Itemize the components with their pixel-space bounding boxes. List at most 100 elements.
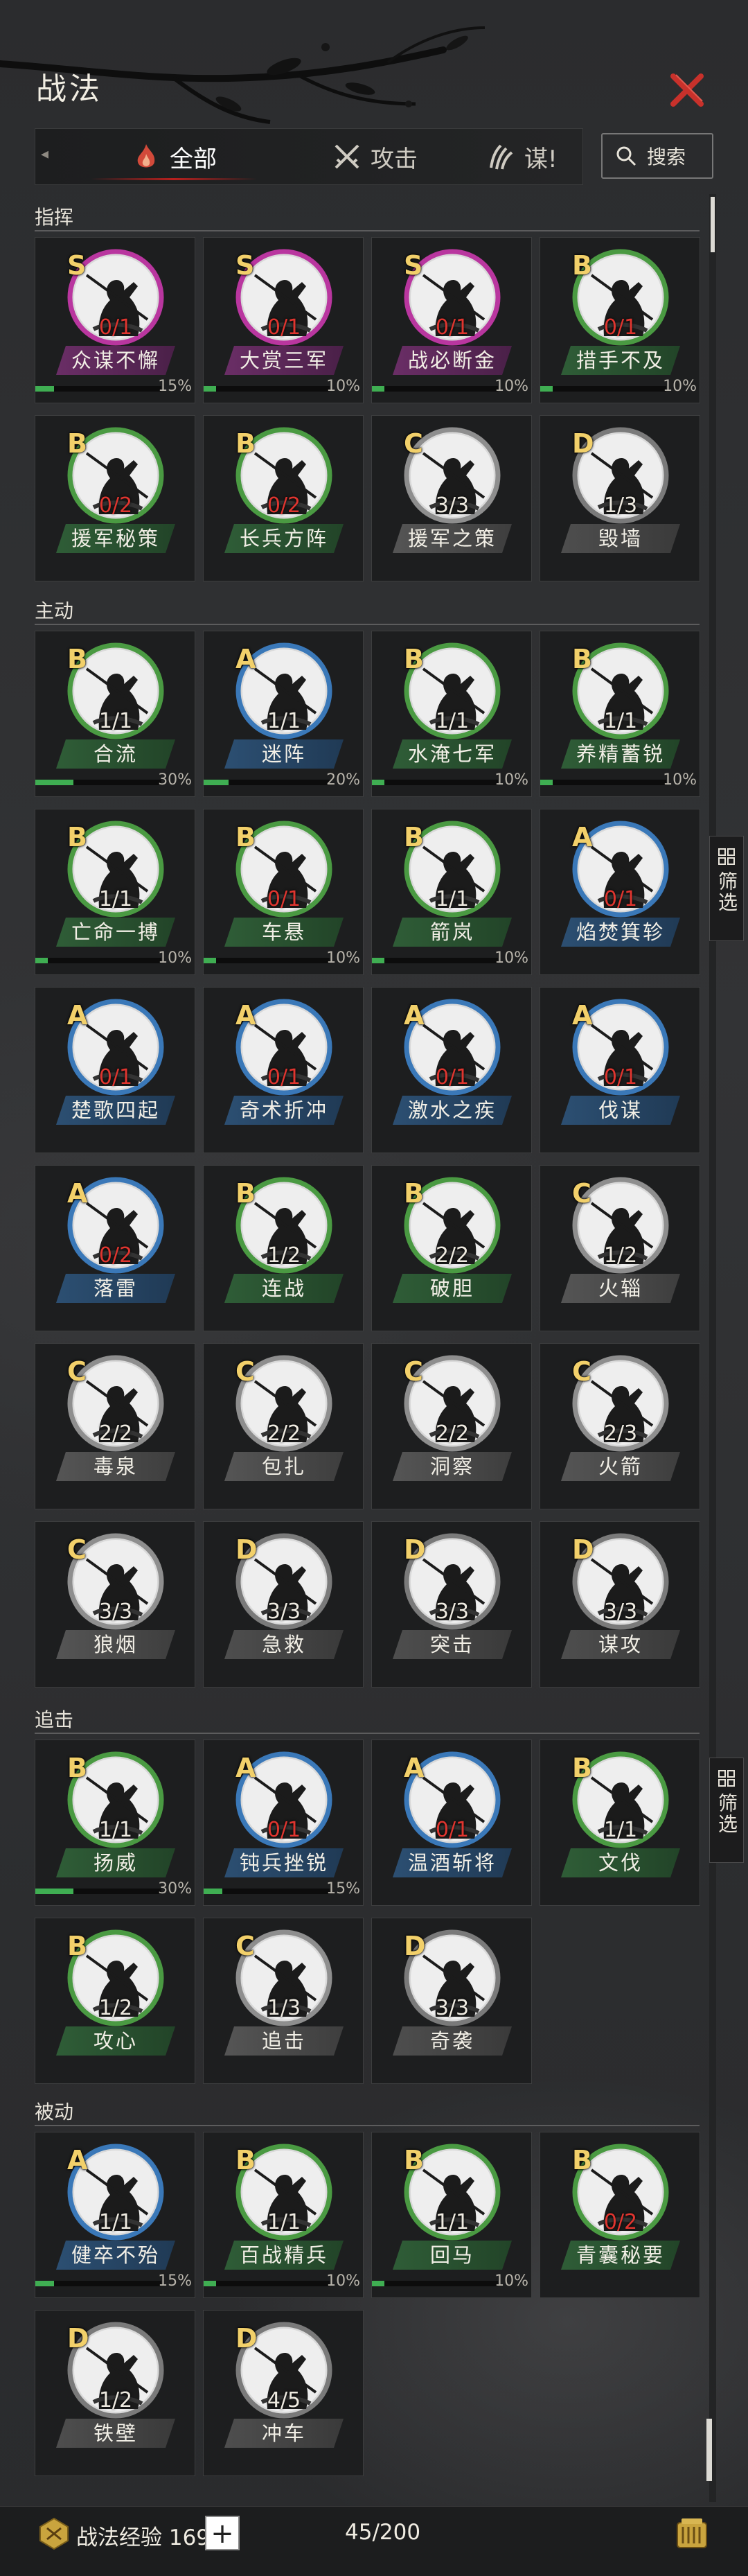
tactic-card[interactable]: D 1/2 铁壁 <box>35 2310 195 2476</box>
grade-label: A <box>572 1000 593 1031</box>
section-divider <box>35 2125 700 2126</box>
tactic-name: 奇袭 <box>393 2026 512 2056</box>
copies-count: 3/3 <box>435 1600 470 1624</box>
tactic-name: 焰焚箕轸 <box>561 918 680 947</box>
tactic-card[interactable]: A 0/1 激水之疾 <box>371 987 532 1153</box>
tactic-card[interactable]: D 3/3 奇袭 <box>371 1918 532 2084</box>
filter-button[interactable]: 筛选 <box>709 836 744 941</box>
storage-icon[interactable] <box>673 2514 711 2552</box>
grade-label: B <box>235 2145 256 2175</box>
progress-bar <box>204 780 330 785</box>
add-exp-button[interactable]: + <box>205 2516 240 2550</box>
tactic-card[interactable]: D 3/3 突击 <box>371 1521 532 1688</box>
tactic-card[interactable]: B 1/1 养精蓄锐 10% <box>540 631 700 797</box>
claw-icon <box>490 144 513 170</box>
tactic-card[interactable]: C 1/3 追击 <box>203 1918 364 2084</box>
tactic-card[interactable]: A 1/1 迷阵 20% <box>203 631 364 797</box>
tactic-card[interactable]: D 3/3 谋攻 <box>540 1521 700 1688</box>
progress-bar <box>372 2281 498 2286</box>
tactic-card[interactable]: B 1/2 攻心 <box>35 1918 195 2084</box>
grade-label: C <box>572 1356 591 1387</box>
grade-label: S <box>67 250 87 281</box>
tactic-card[interactable]: B 0/1 措手不及 10% <box>540 237 700 403</box>
tactic-card[interactable]: B 2/2 破胆 <box>371 1165 532 1331</box>
grade-label: D <box>572 428 594 459</box>
tactic-card[interactable]: D 1/3 毁墙 <box>540 415 700 581</box>
close-button[interactable] <box>666 69 708 111</box>
tactic-card[interactable]: B 1/1 文伐 <box>540 1740 700 1906</box>
tactic-exp-icon <box>39 2517 69 2550</box>
tactic-name: 毁墙 <box>561 524 680 553</box>
tactic-card[interactable]: B 1/1 亡命一搏 10% <box>35 809 195 975</box>
flame-icon <box>137 144 155 168</box>
tactic-card[interactable]: A 0/1 奇术折冲 <box>203 987 364 1153</box>
tactic-card[interactable]: B 1/1 水淹七军 10% <box>371 631 532 797</box>
tactic-card[interactable]: A 0/1 温酒斩将 <box>371 1740 532 1906</box>
scrollbar-thumb[interactable] <box>711 197 715 252</box>
copies-count: 0/1 <box>435 1818 470 1842</box>
tactic-card[interactable]: D 4/5 冲车 <box>203 2310 364 2476</box>
tactic-card[interactable]: C 2/2 洞察 <box>371 1343 532 1509</box>
progress-bar <box>372 386 498 392</box>
copies-count: 1/1 <box>603 709 638 733</box>
tab-attack[interactable]: 攻击 <box>299 129 451 184</box>
progress-percent: 20% <box>326 771 360 789</box>
tab-all[interactable]: 全部 <box>84 129 264 184</box>
tactic-card[interactable]: B 1/1 扬威 30% <box>35 1740 195 1906</box>
tab-strategy[interactable]: 谋! <box>486 129 582 184</box>
grade-label: B <box>67 822 87 852</box>
tactic-card[interactable]: A 1/1 健卒不殆 15% <box>35 2132 195 2298</box>
tactic-card[interactable]: B 1/1 百战精兵 10% <box>203 2132 364 2298</box>
grade-label: C <box>67 1534 87 1565</box>
tactic-name: 伐谋 <box>561 1096 680 1125</box>
tactic-name: 迷阵 <box>224 739 344 769</box>
copies-count: 3/3 <box>435 1996 470 2020</box>
tab-left-arrow-icon[interactable]: ◂ <box>41 146 57 168</box>
tactic-card[interactable]: B 0/2 援军秘策 <box>35 415 195 581</box>
copies-count: 3/3 <box>435 493 470 518</box>
tactic-name: 冲车 <box>224 2419 344 2448</box>
tactic-card[interactable]: B 0/2 长兵方阵 <box>203 415 364 581</box>
filter-button-2[interactable]: 筛选 <box>709 1758 744 1863</box>
tactic-card[interactable]: C 2/2 毒泉 <box>35 1343 195 1509</box>
tactic-name: 援军秘策 <box>56 524 175 553</box>
tactic-name: 楚歌四起 <box>56 1096 175 1125</box>
copies-count: 1/1 <box>98 2210 133 2234</box>
tactic-card[interactable]: A 0/1 伐谋 <box>540 987 700 1153</box>
grade-label: C <box>235 1356 255 1387</box>
tactic-card[interactable]: D 3/3 急救 <box>203 1521 364 1688</box>
tactic-card[interactable]: B 1/1 箭岚 10% <box>371 809 532 975</box>
tactic-card[interactable]: B 0/1 车悬 10% <box>203 809 364 975</box>
tactic-card[interactable]: C 2/3 火箭 <box>540 1343 700 1509</box>
tactic-card[interactable]: A 0/2 落雷 <box>35 1165 195 1331</box>
tactic-card[interactable]: S 0/1 大赏三军 10% <box>203 237 364 403</box>
copies-count: 0/1 <box>435 1065 470 1089</box>
progress-percent: 30% <box>158 771 192 789</box>
scrollbar-track[interactable] <box>709 194 716 2502</box>
grade-label: B <box>404 644 424 674</box>
tactic-card[interactable]: B 1/1 回马 10% <box>371 2132 532 2298</box>
tactic-card[interactable]: A 0/1 焰焚箕轸 <box>540 809 700 975</box>
copies-count: 1/3 <box>603 493 638 518</box>
section-divider <box>35 1733 700 1734</box>
tactic-card[interactable]: A 0/1 钝兵挫锐 15% <box>203 1740 364 1906</box>
tactic-card[interactable]: A 0/1 楚歌四起 <box>35 987 195 1153</box>
copies-count: 0/1 <box>98 1065 133 1089</box>
tactic-card[interactable]: S 0/1 战必断金 10% <box>371 237 532 403</box>
copies-count: 1/1 <box>267 709 301 733</box>
progress-bar <box>540 386 666 392</box>
progress-percent: 10% <box>326 949 360 967</box>
tactic-card[interactable]: C 3/3 援军之策 <box>371 415 532 581</box>
copies-count: 1/1 <box>98 887 133 911</box>
tab-bar: ◂ 全部 攻击 谋! <box>35 128 583 185</box>
tactic-card[interactable]: C 1/2 火辎 <box>540 1165 700 1331</box>
tactic-card[interactable]: B 1/2 连战 <box>203 1165 364 1331</box>
grade-label: A <box>235 1753 256 1783</box>
tactic-card[interactable]: B 1/1 合流 30% <box>35 631 195 797</box>
tactic-card[interactable]: S 0/1 众谋不懈 15% <box>35 237 195 403</box>
tactic-card[interactable]: C 2/2 包扎 <box>203 1343 364 1509</box>
grade-label: A <box>67 1178 88 1209</box>
search-button[interactable]: 搜索 <box>601 133 713 179</box>
tactic-card[interactable]: B 0/2 青囊秘要 <box>540 2132 700 2298</box>
tactic-card[interactable]: C 3/3 狼烟 <box>35 1521 195 1688</box>
